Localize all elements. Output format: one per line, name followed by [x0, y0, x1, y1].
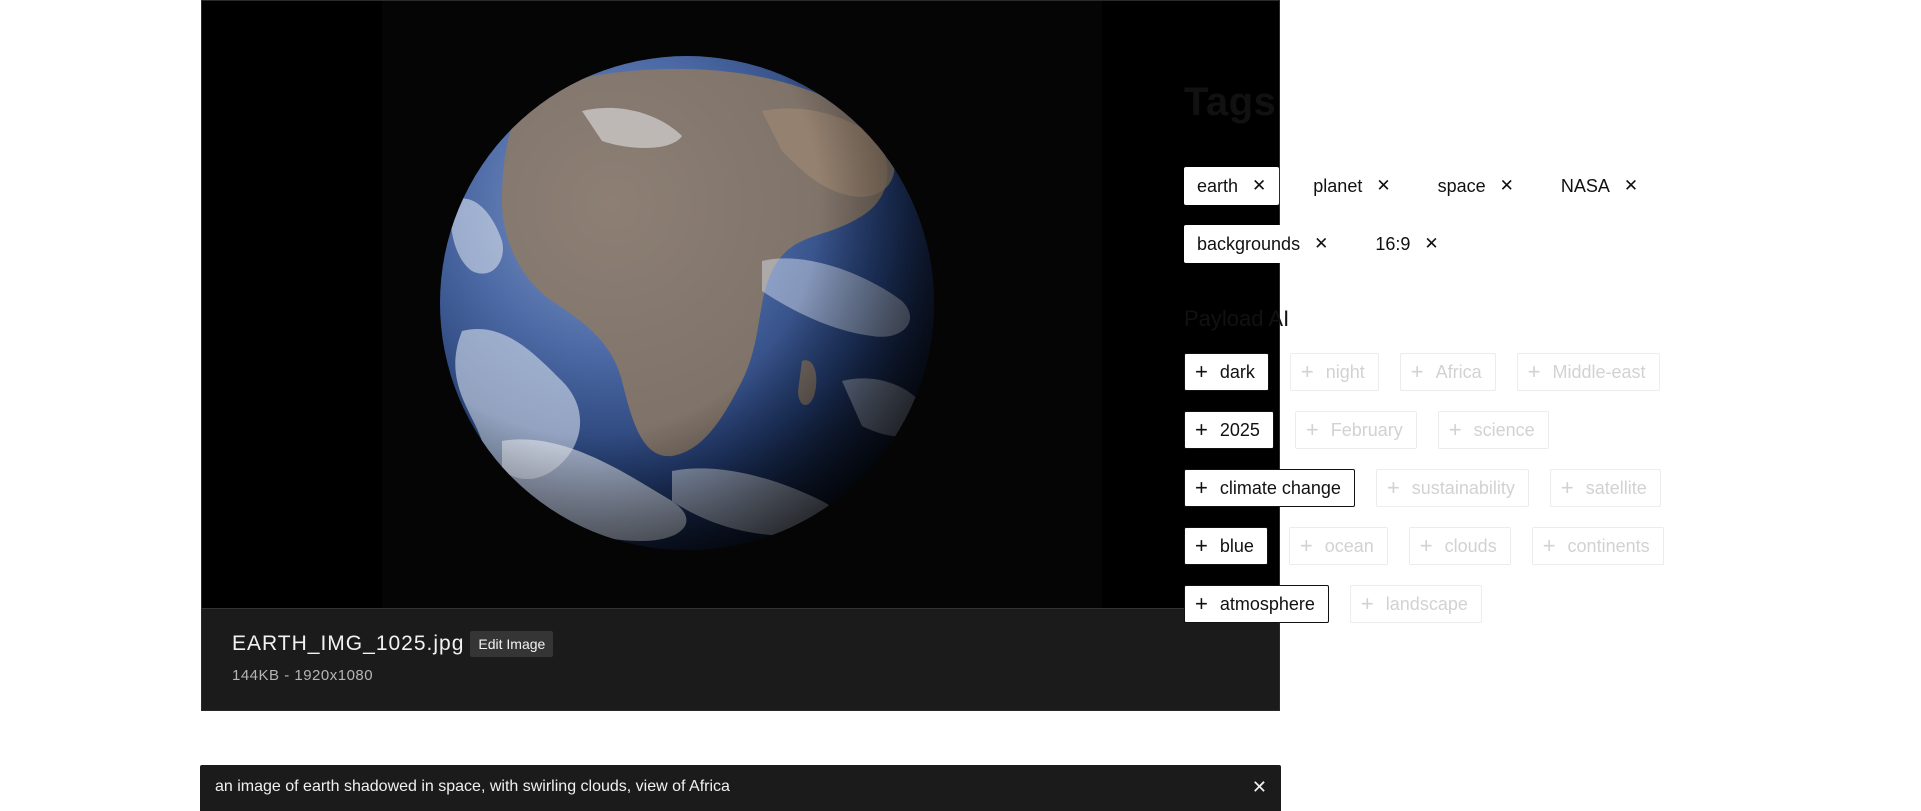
plus-icon: + — [1542, 533, 1556, 558]
tag-chip: earth ✕ — [1184, 167, 1280, 205]
plus-icon: + — [1410, 359, 1424, 384]
file-meta: 144KB - 1920x1080 — [232, 667, 374, 684]
suggestion-chip[interactable]: +2025 — [1184, 411, 1274, 449]
image-caption: an image of earth shadowed in space, wit… — [215, 778, 730, 795]
plus-icon: + — [1419, 533, 1433, 558]
suggestion-chip[interactable]: + landscape — [1349, 585, 1482, 623]
plus-icon: + — [1195, 359, 1208, 384]
suggestion-label: continents — [1567, 535, 1650, 556]
suggestion-chip[interactable]: + sustainability — [1375, 469, 1529, 507]
close-icon[interactable]: ✕ — [1424, 234, 1438, 254]
tag-label: 16:9 — [1375, 233, 1411, 254]
suggestion-chip[interactable]: + clouds — [1408, 527, 1511, 565]
suggestion-chip[interactable]: + February — [1294, 411, 1417, 449]
plus-icon: + — [1360, 591, 1374, 616]
suggestion-chip[interactable]: + climate change — [1184, 469, 1355, 507]
tag-chip: backgrounds ✕ — [1184, 225, 1342, 263]
tag-label: earth — [1197, 175, 1239, 196]
suggestion-chip[interactable]: + atmosphere — [1184, 585, 1329, 623]
suggestion-chip[interactable]: + night — [1289, 353, 1379, 391]
close-icon[interactable]: ✕ — [1252, 777, 1267, 798]
suggestion-chip[interactable]: + Middle-east — [1516, 353, 1660, 391]
suggestion-label: atmosphere — [1219, 593, 1315, 614]
suggestion-label: 2025 — [1219, 419, 1260, 440]
suggestion-label: science — [1473, 419, 1535, 440]
plus-icon: + — [1195, 475, 1208, 500]
suggestion-chip[interactable]: + continents — [1531, 527, 1664, 565]
earth-image[interactable] — [202, 1, 1279, 608]
tag-chip: planet ✕ — [1300, 167, 1404, 205]
file-name: EARTH_IMG_1025.jpg — [232, 632, 465, 655]
suggestion-label: blue — [1219, 535, 1254, 556]
tag-list: earth ✕ planet ✕ space ✕ NASA ✕ backgrou… — [1184, 167, 1672, 283]
plus-icon: + — [1527, 359, 1541, 384]
suggestion-chip[interactable]: + blue — [1184, 527, 1268, 565]
suggestion-label: Middle-east — [1552, 361, 1646, 382]
plus-icon: + — [1305, 417, 1319, 442]
suggestion-label: dark — [1219, 361, 1255, 382]
suggestion-label: February — [1330, 419, 1403, 440]
plus-icon: + — [1560, 475, 1574, 500]
tag-chip: NASA ✕ — [1547, 167, 1652, 205]
plus-icon: + — [1299, 533, 1313, 558]
plus-icon: + — [1448, 417, 1462, 442]
close-icon[interactable]: ✕ — [1314, 234, 1328, 254]
plus-icon: + — [1195, 591, 1208, 616]
payload-ai-title: Payload AI — [1184, 306, 1290, 331]
suggestion-chip[interactable]: + satellite — [1549, 469, 1661, 507]
suggestion-chip[interactable]: + Africa — [1399, 353, 1496, 391]
close-icon[interactable]: ✕ — [1376, 176, 1390, 196]
suggestion-label: night — [1325, 361, 1365, 382]
tag-chip: space ✕ — [1424, 167, 1527, 205]
tag-label: NASA — [1560, 175, 1610, 196]
tag-chip: 16:9 ✕ — [1362, 225, 1452, 263]
plus-icon: + — [1300, 359, 1314, 384]
tags-title: Tags — [1184, 80, 1277, 124]
caption-bar: an image of earth shadowed in space, wit… — [200, 765, 1281, 811]
close-icon[interactable]: ✕ — [1500, 176, 1514, 196]
plus-icon: + — [1195, 533, 1208, 558]
suggestion-chip[interactable]: + ocean — [1288, 527, 1388, 565]
plus-icon: + — [1386, 475, 1400, 500]
suggestion-label: ocean — [1324, 535, 1374, 556]
plus-icon: + — [1195, 417, 1208, 442]
suggestion-label: sustainability — [1411, 477, 1515, 498]
ai-suggestion-list: + dark + night + Africa + Middle-east +2025 … — [1184, 353, 1685, 643]
suggestion-chip[interactable]: + science — [1437, 411, 1549, 449]
tag-label: planet — [1313, 175, 1363, 196]
suggestion-label: Africa — [1435, 361, 1482, 382]
suggestion-label: satellite — [1585, 477, 1647, 498]
close-icon[interactable]: ✕ — [1624, 176, 1638, 196]
close-icon[interactable]: ✕ — [1252, 176, 1266, 196]
tag-label: space — [1437, 175, 1486, 196]
suggestion-chip[interactable]: + dark — [1184, 353, 1269, 391]
suggestion-label: landscape — [1385, 593, 1468, 614]
earth-illustration — [202, 1, 1279, 608]
suggestion-label: clouds — [1444, 535, 1497, 556]
suggestion-label: climate change — [1219, 477, 1341, 498]
tag-label: backgrounds — [1197, 233, 1301, 254]
file-row: EARTH_IMG_1025.jpg Edit Image — [232, 631, 554, 657]
edit-image-button[interactable]: Edit Image — [470, 631, 554, 657]
image-card: EARTH_IMG_1025.jpg Edit Image 144KB - 19… — [201, 0, 1280, 711]
file-info-bar: EARTH_IMG_1025.jpg Edit Image 144KB - 19… — [202, 608, 1279, 710]
